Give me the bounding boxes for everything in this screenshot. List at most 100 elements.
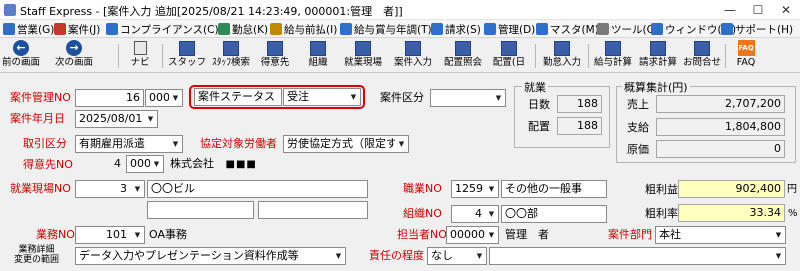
chevron-down-icon: ▼	[347, 89, 360, 105]
sales-value: 2,707,200	[656, 95, 785, 113]
menu-payroll[interactable]: 給与賞与年調(T)	[354, 22, 432, 36]
close-button[interactable]: ✕	[772, 0, 800, 20]
case-no-label: 案件管理NO	[10, 91, 71, 104]
dispatch-day-button[interactable]: 配置(日	[488, 40, 530, 71]
customer-name: 株式会社 ■■■	[170, 155, 257, 174]
menu-support[interactable]: サポート(H)	[735, 22, 793, 36]
staff-button[interactable]: スタッフ	[168, 40, 206, 71]
case-no-sub-select[interactable]: 000 ▼	[145, 89, 183, 107]
case-no-input[interactable]: 16	[75, 89, 144, 107]
person-no-select[interactable]: 000001 ▼	[446, 226, 499, 244]
scope-label-line-1: 業務詳細	[18, 245, 55, 255]
site-button[interactable]: 就業現場	[340, 40, 386, 71]
site-no-value: 3	[120, 182, 127, 195]
gross-rate-label: 粗利率	[645, 207, 678, 220]
menu-advance-pay[interactable]: 給与前払(I)	[284, 22, 337, 36]
scope-label: 業務詳細 変更の範囲	[14, 245, 59, 265]
chevron-down-icon: ▼	[332, 248, 345, 264]
case-input-icon	[405, 40, 421, 56]
payroll-icon	[340, 23, 352, 35]
duty-no-label: 業務NO	[36, 228, 75, 241]
compliance-icon	[106, 23, 118, 35]
scope-select[interactable]: データ入力やプレゼンテーション資料作成等 ▼	[75, 247, 346, 265]
site-name-field[interactable]: 〇〇ビル	[147, 180, 368, 198]
dispatch-day-label: 配置(日	[492, 57, 526, 68]
dispatch-day-icon	[501, 40, 517, 56]
sales-icon	[3, 23, 15, 35]
org-no-label: 組織NO	[403, 207, 442, 220]
attendance-input-button[interactable]: 勤怠入力	[540, 40, 584, 71]
customer-no-input[interactable]: 4	[75, 155, 124, 173]
menu-compliance[interactable]: コンプライアンス(C)	[120, 22, 219, 36]
customer-name-text: 株式会社	[170, 157, 214, 170]
person-name: 管理 者	[505, 228, 549, 241]
org-button[interactable]: 組織	[299, 40, 337, 71]
minimize-button[interactable]: —	[716, 0, 744, 20]
gross-profit-label: 粗利益	[645, 183, 678, 196]
faq-icon: FAQ	[737, 40, 755, 56]
duty-no-value: 101	[106, 228, 127, 241]
deal-type-select[interactable]: 有期雇用派遣 ▼	[75, 135, 183, 153]
menu-sales[interactable]: 営業(G)	[17, 22, 54, 36]
case-input-label: 案件入力	[393, 57, 432, 68]
faq-button[interactable]: FAQ FAQ	[730, 40, 762, 71]
placement-value: 188	[557, 117, 602, 135]
case-category-select[interactable]: ▼	[430, 89, 506, 107]
menu-attendance[interactable]: 勤怠(K)	[232, 22, 268, 36]
case-date-picker[interactable]: 2025/08/01 ▼	[75, 110, 158, 128]
prev-screen-button[interactable]: ← 前の画面	[2, 40, 40, 71]
org-no-select[interactable]: 4 ▼	[451, 205, 499, 223]
deal-type-label: 取引区分	[23, 137, 67, 150]
attendance-icon	[218, 23, 230, 35]
toolbar-separator	[588, 44, 589, 68]
toolbar-separator	[725, 44, 726, 68]
responsibility-detail-select[interactable]: ▼	[489, 247, 786, 265]
sales-label: 売上	[627, 98, 649, 111]
arrow-left-icon: ←	[13, 40, 29, 56]
case-icon	[54, 23, 66, 35]
billing-calc-button[interactable]: 請求計算	[636, 40, 680, 71]
case-input-button[interactable]: 案件入力	[391, 40, 435, 71]
site-no-label: 就業現場NO	[10, 182, 71, 195]
menu-bar: 営業(G) 案件(J) コンプライアンス(C) 勤怠(K) 給与前払(I) 給与…	[0, 20, 800, 38]
case-status-value: 受注	[287, 90, 309, 103]
case-status-select[interactable]: 受注 ▼	[283, 88, 361, 106]
agreement-select[interactable]: 労使協定方式（限定す ▼	[283, 135, 409, 153]
site-no-select[interactable]: 3 ▼	[75, 180, 145, 198]
contact-button[interactable]: お問合せ	[680, 40, 724, 71]
staff-search-button[interactable]: ｽﾀｯﾌ検索	[209, 40, 253, 71]
gross-rate-value: 33.34	[678, 204, 785, 222]
menu-case[interactable]: 案件(J)	[68, 22, 100, 36]
maximize-button[interactable]: ☐	[744, 0, 772, 20]
chevron-down-icon: ▼	[485, 227, 498, 243]
agreement-label: 協定対象労働者	[200, 137, 277, 150]
occupation-name-field: その他の一般事	[501, 180, 607, 198]
org-name-field: 〇〇部	[501, 205, 607, 223]
case-category-label: 案件区分	[380, 91, 424, 104]
master-icon	[536, 23, 548, 35]
menu-master[interactable]: マスタ(M)	[550, 22, 599, 36]
case-dept-select[interactable]: 本社 ▼	[655, 226, 786, 244]
chevron-down-icon: ▼	[492, 90, 505, 106]
next-screen-label: 次の画面	[54, 57, 93, 68]
faq-label: FAQ	[736, 57, 756, 68]
menu-admin[interactable]: 管理(D)	[498, 22, 535, 36]
customer-no-label: 得意先NO	[23, 158, 73, 171]
site-extra-field-2[interactable]	[258, 201, 368, 219]
payroll-calc-button[interactable]: 給与計算	[591, 40, 635, 71]
customer-sub-select[interactable]: 000 ▼	[126, 155, 164, 173]
next-screen-button[interactable]: → 次の画面	[52, 40, 96, 71]
occupation-no-select[interactable]: 1259 ▼	[451, 180, 499, 198]
chevron-down-icon: ▼	[144, 111, 157, 127]
cost-value: 0	[656, 140, 785, 158]
dispatch-inquiry-button[interactable]: 配置照会	[441, 40, 485, 71]
responsibility-select[interactable]: なし ▼	[427, 247, 487, 265]
work-days-value: 188	[557, 95, 602, 113]
site-extra-field-1[interactable]	[147, 201, 254, 219]
menu-billing[interactable]: 請求(S)	[445, 22, 481, 36]
payment-value: 1,804,800	[656, 118, 785, 136]
customer-button[interactable]: 得意先	[256, 40, 294, 71]
navi-button[interactable]: ナビ	[126, 40, 154, 71]
staff-search-icon	[223, 40, 239, 56]
duty-no-select[interactable]: 101 ▼	[75, 226, 145, 244]
